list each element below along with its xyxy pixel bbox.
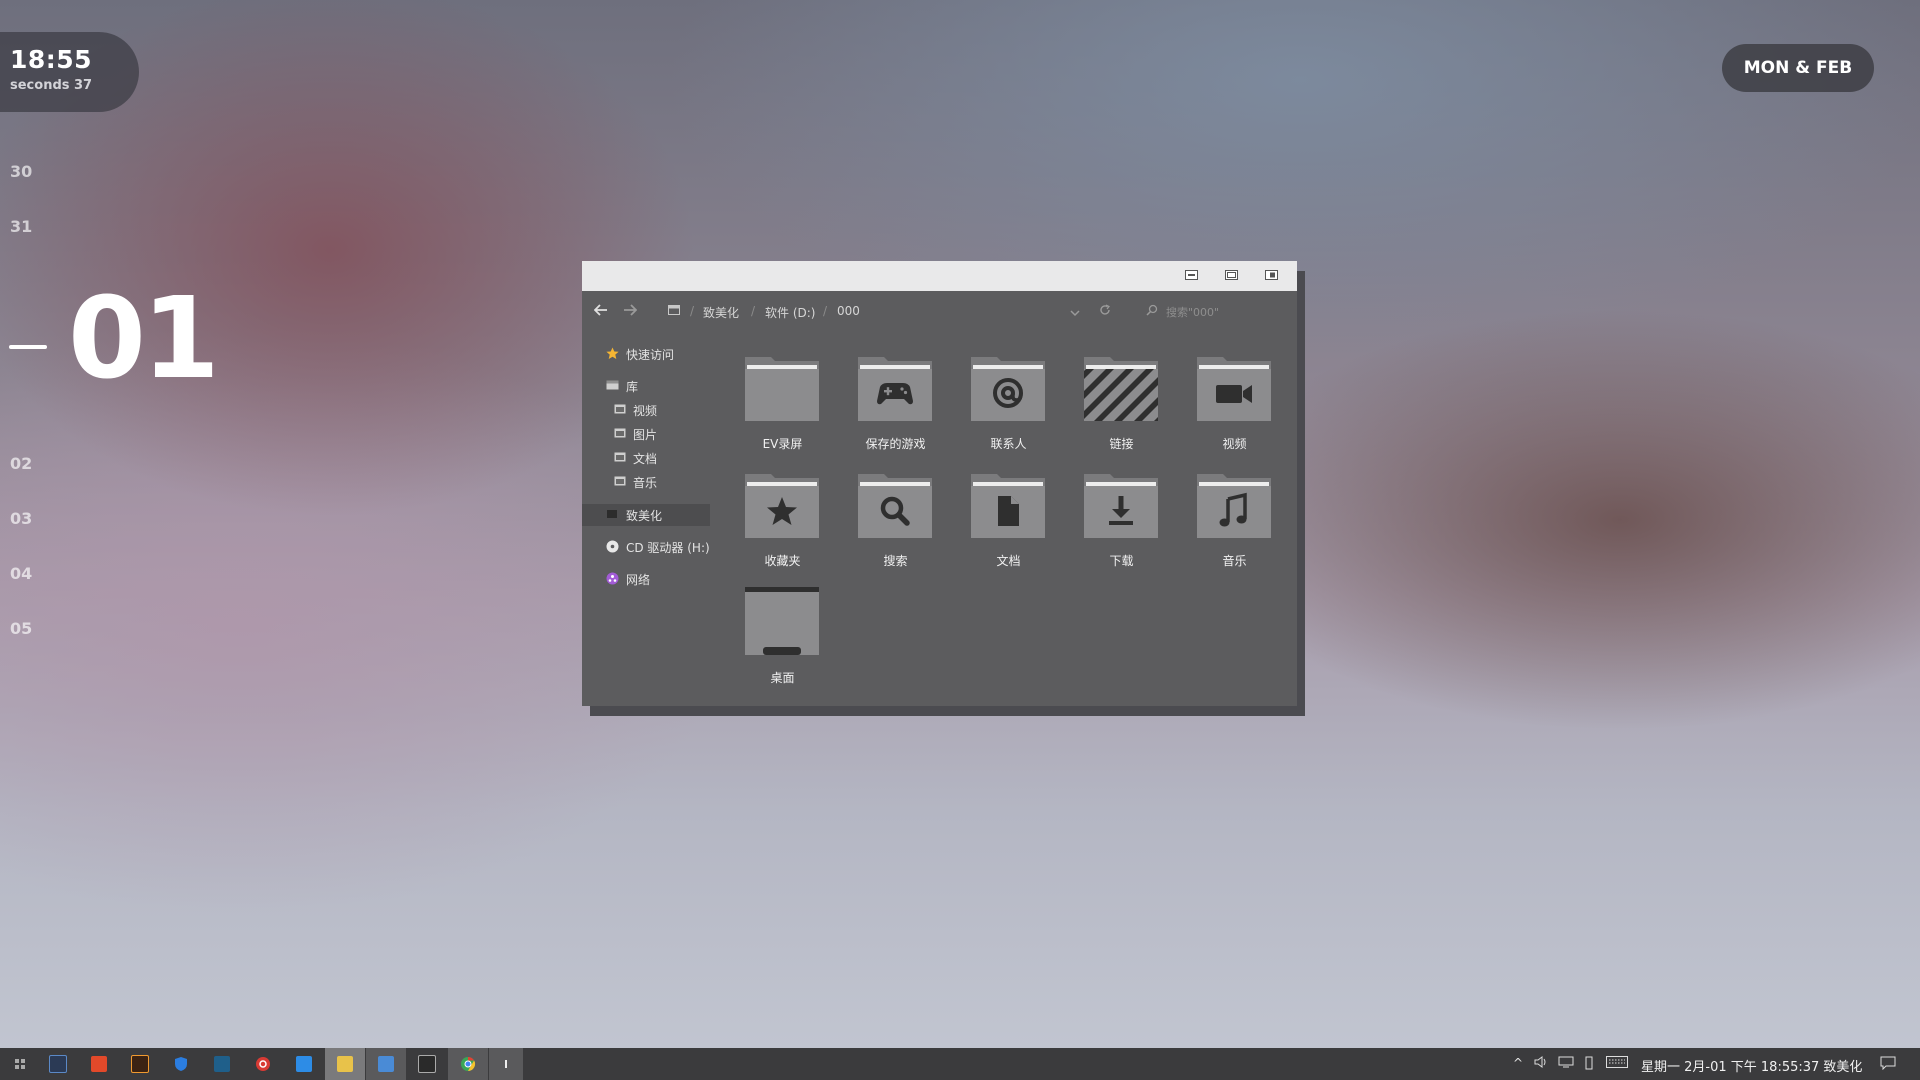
volume-icon[interactable] <box>1534 1056 1548 1071</box>
folder-favorites[interactable]: 收藏夹 <box>726 470 822 580</box>
library-folder-icon <box>614 403 627 416</box>
library-folder-icon <box>614 475 627 488</box>
folder-music[interactable]: 音乐 <box>1178 470 1274 580</box>
chrome-icon[interactable] <box>448 1048 488 1080</box>
folder-desktop[interactable]: 桌面 <box>726 587 822 697</box>
library-folder-icon <box>614 427 627 440</box>
breadcrumb-separator: / <box>751 304 756 318</box>
calendar-day: 05 <box>10 619 33 638</box>
shield-icon[interactable] <box>161 1048 201 1080</box>
clock-time: 18:55 <box>10 45 93 74</box>
calendar-day: 04 <box>10 564 33 583</box>
search-box[interactable]: 搜索"000" <box>1142 299 1287 323</box>
back-arrow-icon[interactable] <box>593 304 608 319</box>
cd-drive-icon <box>606 540 619 553</box>
date-badge: MON & FEB <box>1722 44 1874 92</box>
folder-searches[interactable]: 搜索 <box>839 470 935 580</box>
terminal-icon[interactable] <box>202 1048 242 1080</box>
netease-music-icon[interactable] <box>243 1048 283 1080</box>
file-explorer-window: / 致美化 / 软件 (D:) / 000 搜索"000" 快速访问 库 视频 … <box>582 261 1297 706</box>
clock-seconds: seconds 37 <box>10 78 93 93</box>
star-folder-icon <box>745 474 819 538</box>
forward-arrow-icon[interactable] <box>623 304 638 319</box>
breadcrumb-item[interactable]: 软件 (D:) <box>765 304 815 321</box>
video-camera-folder-icon <box>1197 357 1271 421</box>
magnifier-folder-icon <box>858 474 932 538</box>
close-button[interactable] <box>1265 270 1278 280</box>
breadcrumb-item[interactable]: 000 <box>837 304 860 318</box>
folder-links[interactable]: 链接 <box>1065 353 1161 463</box>
folder-documents[interactable]: 文档 <box>952 470 1048 580</box>
calculator-icon[interactable] <box>407 1048 447 1080</box>
document-folder-icon <box>971 474 1045 538</box>
folder-ev-recording[interactable]: EV录屏 <box>726 353 822 463</box>
file-explorer-icon[interactable] <box>325 1048 365 1080</box>
show-desktop-icon[interactable] <box>489 1048 523 1080</box>
title-bar[interactable] <box>582 261 1297 291</box>
notification-icon[interactable] <box>1880 1056 1896 1073</box>
calendar-day: 03 <box>10 509 33 528</box>
photoshop-icon[interactable] <box>38 1048 78 1080</box>
current-day: 01 <box>68 274 220 404</box>
chevron-down-icon[interactable] <box>1070 306 1080 320</box>
word-icon[interactable] <box>284 1048 324 1080</box>
calendar-day: 02 <box>10 454 33 473</box>
breadcrumb-separator: / <box>823 304 828 318</box>
desktop-folder-icon <box>745 587 819 655</box>
folder-videos[interactable]: 视频 <box>1178 353 1274 463</box>
keyboard-icon[interactable] <box>1606 1056 1628 1071</box>
download-arrow-folder-icon <box>1084 474 1158 538</box>
folder-contacts[interactable]: 联系人 <box>952 353 1048 463</box>
navigation-pane: 快速访问 库 视频 图片 文档 音乐 致美化 CD 驱动器 (H:) 网络 <box>582 336 712 706</box>
drive-icon <box>606 508 619 521</box>
location-icon <box>668 304 680 318</box>
plain-folder-icon <box>745 357 819 421</box>
at-sign-folder-icon <box>971 357 1045 421</box>
search-placeholder: 搜索"000" <box>1166 306 1220 319</box>
clock-widget: 18:55 seconds 37 <box>0 32 139 112</box>
folder-saved-games[interactable]: 保存的游戏 <box>839 353 935 463</box>
start-icon[interactable] <box>0 1048 40 1080</box>
network-status-icon[interactable] <box>1558 1056 1574 1071</box>
library-folder-icon <box>614 451 627 464</box>
library-icon <box>606 379 619 392</box>
save-disk-icon[interactable] <box>366 1048 406 1080</box>
minimize-button[interactable] <box>1185 270 1198 280</box>
taskbar-datetime[interactable]: 星期一 2月-01 下午 18:55:37 致美化 <box>1641 1056 1862 1075</box>
search-icon <box>1146 304 1158 319</box>
refresh-icon[interactable] <box>1099 304 1111 319</box>
breadcrumb-separator: / <box>690 304 695 318</box>
network-icon <box>606 572 619 585</box>
music-note-folder-icon <box>1197 474 1271 538</box>
calendar-day: 30 <box>10 162 33 181</box>
current-day-marker <box>9 345 47 349</box>
calendar-day: 31 <box>10 217 33 236</box>
striped-links-folder-icon <box>1084 357 1158 421</box>
chevron-up-icon[interactable]: ^ <box>1513 1056 1523 1070</box>
illustrator-icon[interactable] <box>120 1048 160 1080</box>
taskbar: ^ 星期一 2月-01 下午 18:55:37 致美化 <box>0 1048 1920 1080</box>
navigation-bar: / 致美化 / 软件 (D:) / 000 搜索"000" <box>582 291 1297 331</box>
star-icon <box>606 347 619 360</box>
folder-downloads[interactable]: 下载 <box>1065 470 1161 580</box>
office-icon[interactable] <box>79 1048 119 1080</box>
breadcrumb-item[interactable]: 致美化 <box>703 304 739 321</box>
maximize-button[interactable] <box>1225 270 1238 280</box>
usb-icon[interactable] <box>1584 1056 1594 1073</box>
gamepad-folder-icon <box>858 357 932 421</box>
